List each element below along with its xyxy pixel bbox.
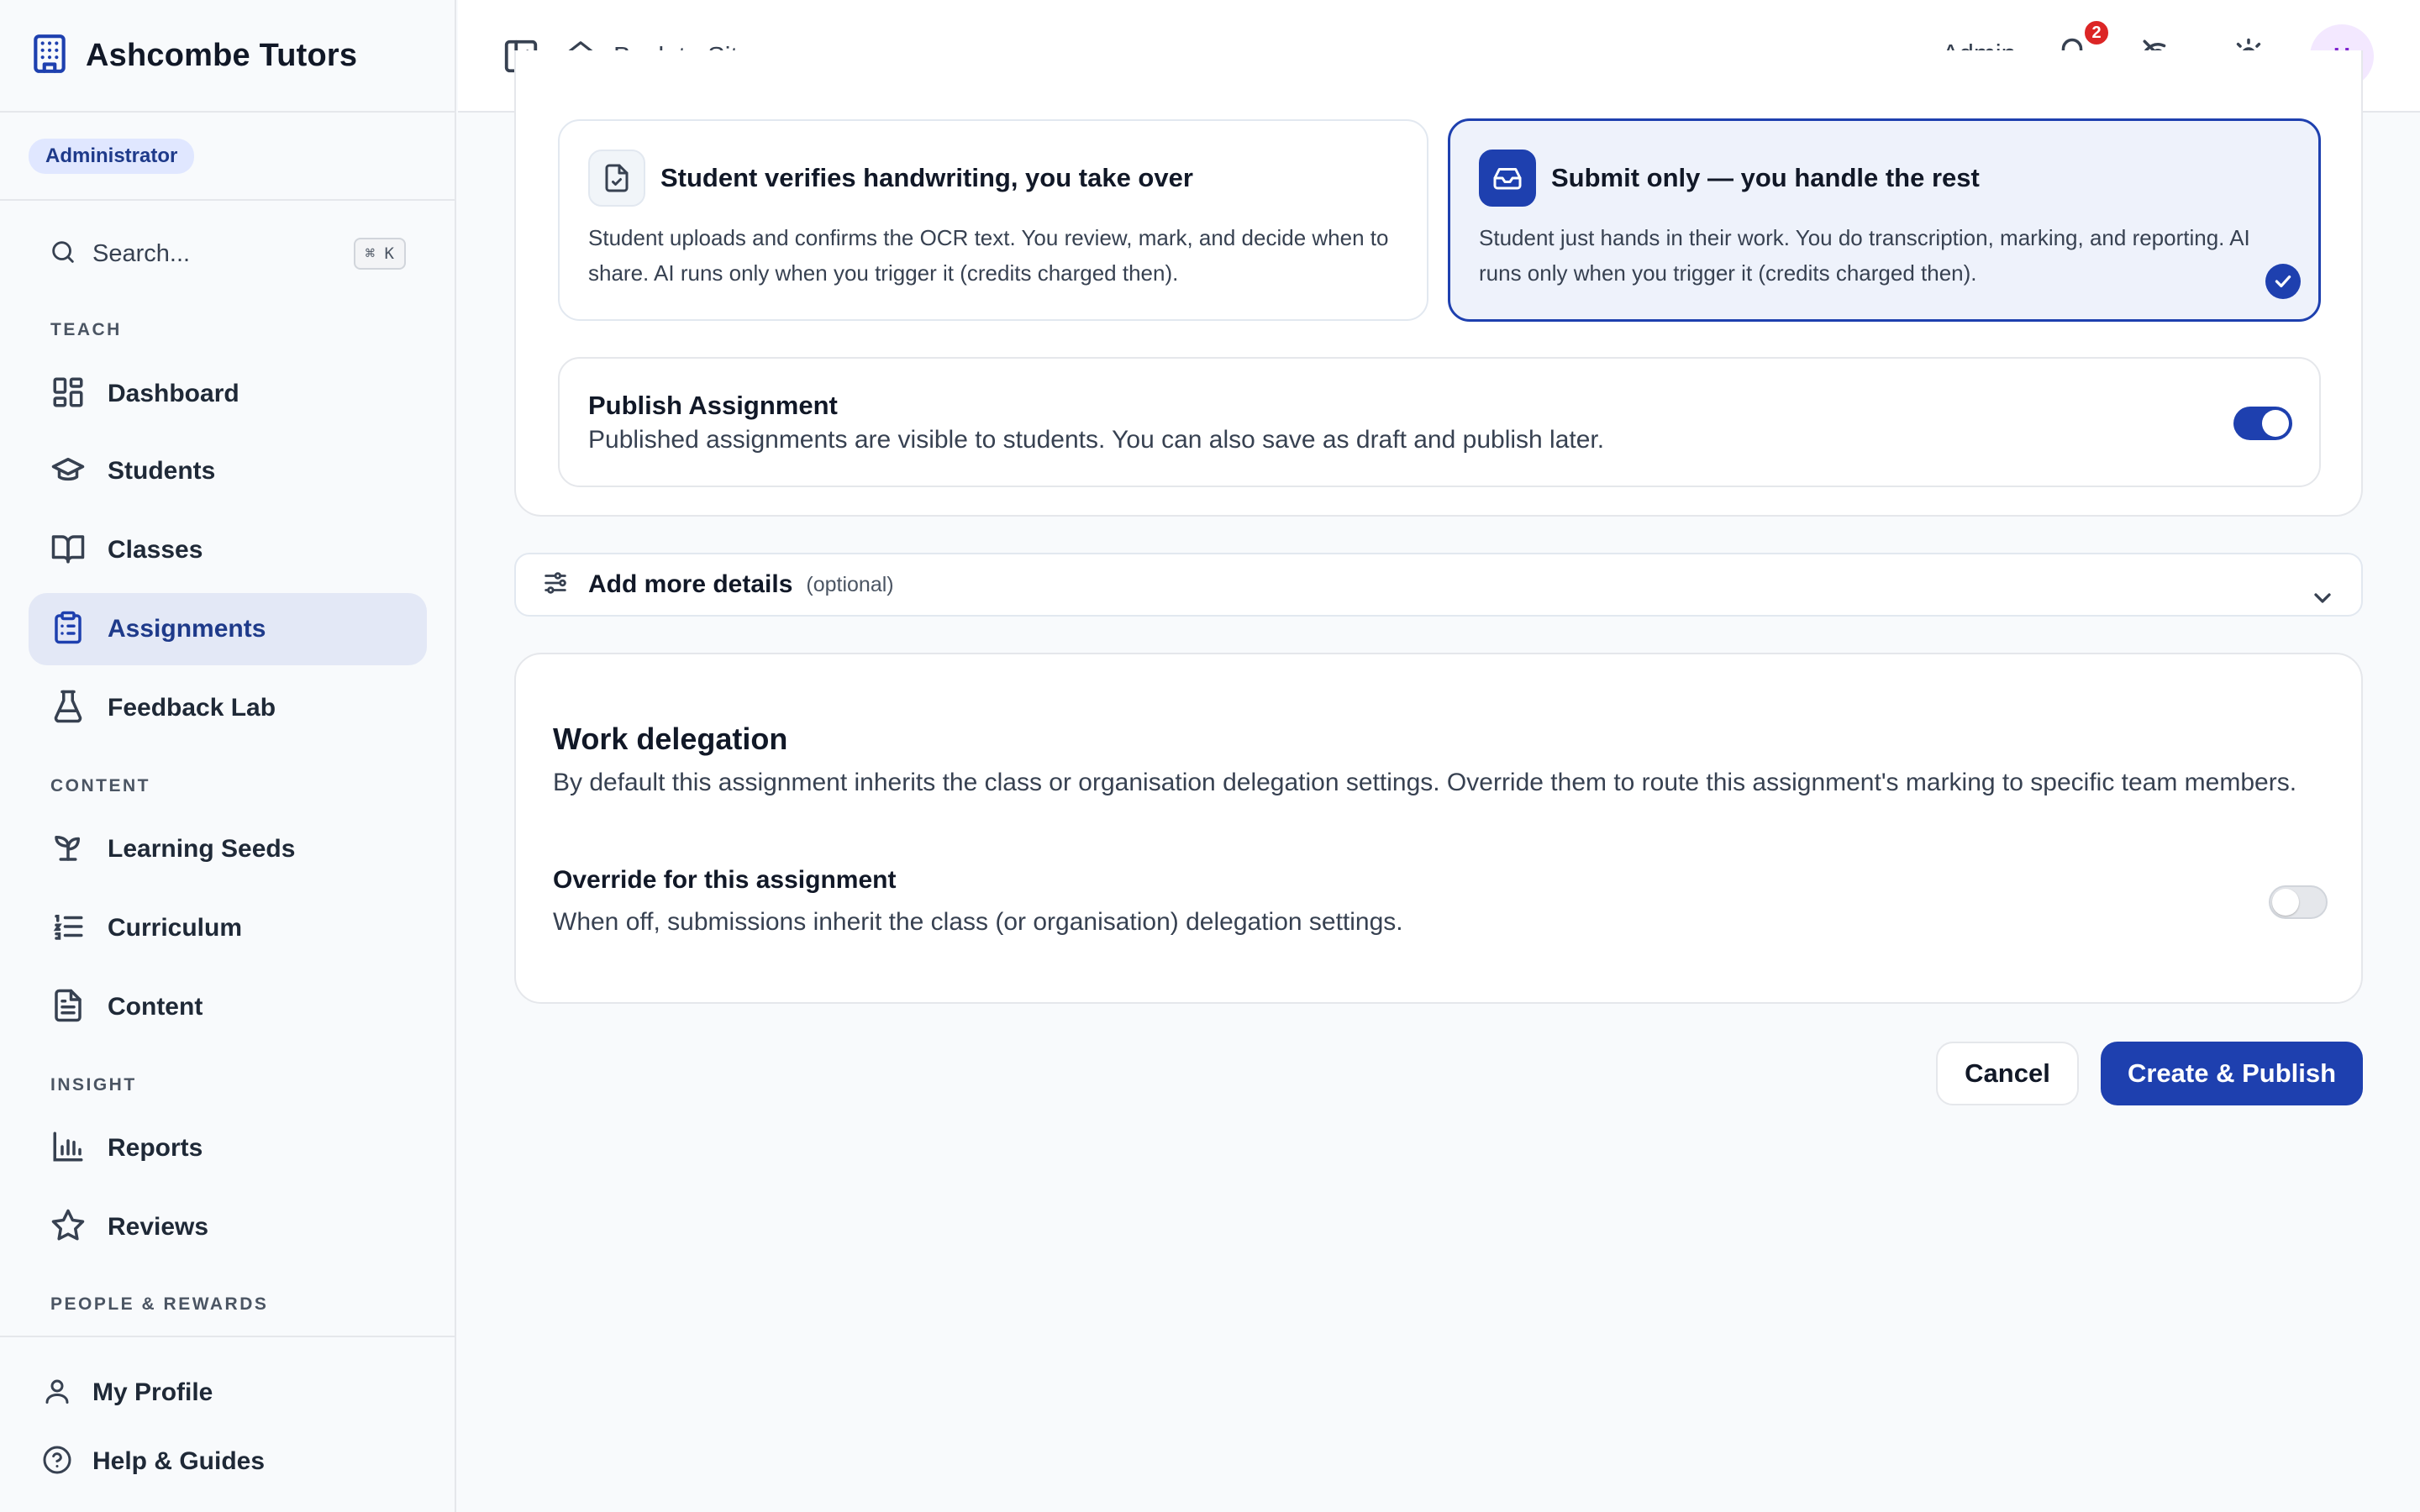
- brand[interactable]: Ashcombe Tutors: [0, 0, 455, 113]
- sidebar-item-label: Dashboard: [108, 380, 239, 407]
- file-check-icon: [588, 150, 645, 207]
- option-description: Student just hands in their work. You do…: [1479, 225, 2250, 286]
- notification-count-badge: 2: [2082, 18, 2111, 47]
- section-label-insight: INSIGHT: [50, 1075, 137, 1095]
- override-description: When off, submissions inherit the class …: [553, 908, 1403, 936]
- sidebar-item-curriculum[interactable]: Curriculum: [29, 892, 427, 964]
- search-icon: [49, 238, 77, 270]
- sidebar-item-help-guides[interactable]: Help & Guides: [42, 1436, 265, 1487]
- publish-description: Published assignments are visible to stu…: [588, 426, 1605, 454]
- details-title: Add more details: [588, 570, 793, 598]
- option-description: Student uploads and confirms the OCR tex…: [588, 225, 1389, 286]
- delegation-description: By default this assignment inherits the …: [553, 769, 2297, 796]
- sidebar-item-dashboard[interactable]: Dashboard: [29, 358, 427, 430]
- file-text-icon: [50, 988, 86, 1027]
- check-icon: [2265, 264, 2301, 299]
- publish-assignment-card: Publish Assignment Published assignments…: [558, 357, 2321, 487]
- bar-chart-icon: [50, 1129, 86, 1168]
- sidebar-item-label: Learning Seeds: [108, 835, 296, 863]
- sidebar-item-students[interactable]: Students: [29, 435, 427, 507]
- sidebar-item-content[interactable]: Content: [29, 971, 427, 1043]
- dashboard-icon: [50, 375, 86, 414]
- building-icon: [29, 33, 71, 79]
- override-toggle[interactable]: [2269, 885, 2328, 919]
- sidebar-item-label: Students: [108, 457, 216, 485]
- sprout-icon: [50, 830, 86, 869]
- publish-toggle[interactable]: [2233, 407, 2292, 440]
- sidebar-search[interactable]: Search... ⌘ K: [49, 227, 406, 281]
- sidebar-item-classes[interactable]: Classes: [29, 514, 427, 586]
- override-title: Override for this assignment: [553, 866, 897, 894]
- delegation-title: Work delegation: [553, 722, 788, 756]
- sidebar-item-label: Content: [108, 993, 203, 1021]
- workflow-option-submit-only[interactable]: Submit only — you handle the rest Studen…: [1448, 118, 2321, 322]
- sidebar-item-reports[interactable]: Reports: [29, 1112, 427, 1184]
- workflow-option-verify-handwriting[interactable]: Student verifies handwriting, you take o…: [558, 119, 1428, 321]
- details-optional-label: (optional): [806, 572, 894, 596]
- sidebar-item-label: Help & Guides: [92, 1447, 266, 1475]
- inbox-icon: [1479, 150, 1536, 207]
- sidebar-footer: My Profile Help & Guides: [0, 1336, 455, 1475]
- sidebar-item-label: Feedback Lab: [108, 694, 276, 722]
- option-title: Submit only — you handle the rest: [1551, 163, 1980, 192]
- flask-icon: [50, 689, 86, 728]
- brand-name: Ashcombe Tutors: [86, 37, 358, 73]
- cancel-button[interactable]: Cancel: [1936, 1042, 2079, 1105]
- section-label-teach: TEACH: [50, 320, 122, 339]
- publish-title: Publish Assignment: [588, 391, 838, 420]
- search-shortcut: ⌘ K: [353, 238, 406, 270]
- option-title: Student verifies handwriting, you take o…: [660, 163, 1193, 192]
- section-label-content: CONTENT: [50, 776, 150, 795]
- sidebar: Ashcombe Tutors Administrator Search... …: [0, 0, 456, 1512]
- search-label: Search...: [92, 239, 191, 267]
- sidebar-item-assignments[interactable]: Assignments: [29, 593, 427, 665]
- sidebar-item-feedback-lab[interactable]: Feedback Lab: [29, 672, 427, 744]
- role-badge: Administrator: [29, 138, 195, 174]
- add-more-details-toggle[interactable]: Add more details (optional): [514, 553, 2363, 617]
- create-publish-button[interactable]: Create & Publish: [2101, 1042, 2363, 1105]
- sidebar-item-label: Curriculum: [108, 914, 243, 942]
- star-icon: [50, 1208, 86, 1247]
- book-open-icon: [50, 531, 86, 570]
- sidebar-item-learning-seeds[interactable]: Learning Seeds: [29, 813, 427, 885]
- user-icon: [42, 1376, 72, 1410]
- sliders-icon: [541, 569, 570, 601]
- sidebar-item-label: My Profile: [92, 1378, 213, 1406]
- sidebar-item-label: Assignments: [108, 615, 266, 643]
- clipboard-list-icon: [50, 610, 86, 649]
- sidebar-item-reviews[interactable]: Reviews: [29, 1191, 427, 1263]
- sidebar-item-my-profile[interactable]: My Profile: [42, 1368, 213, 1418]
- sidebar-item-label: Classes: [108, 536, 203, 564]
- list-ordered-icon: [50, 909, 86, 948]
- help-circle-icon: [42, 1445, 72, 1479]
- graduation-cap-icon: [50, 452, 86, 491]
- sidebar-item-label: Reviews: [108, 1213, 209, 1241]
- section-label-people-rewards: PEOPLE & REWARDS: [50, 1294, 269, 1314]
- work-delegation-card: Work delegation By default this assignme…: [514, 653, 2363, 1004]
- sidebar-item-label: Reports: [108, 1134, 203, 1162]
- role-section: Administrator: [0, 113, 455, 201]
